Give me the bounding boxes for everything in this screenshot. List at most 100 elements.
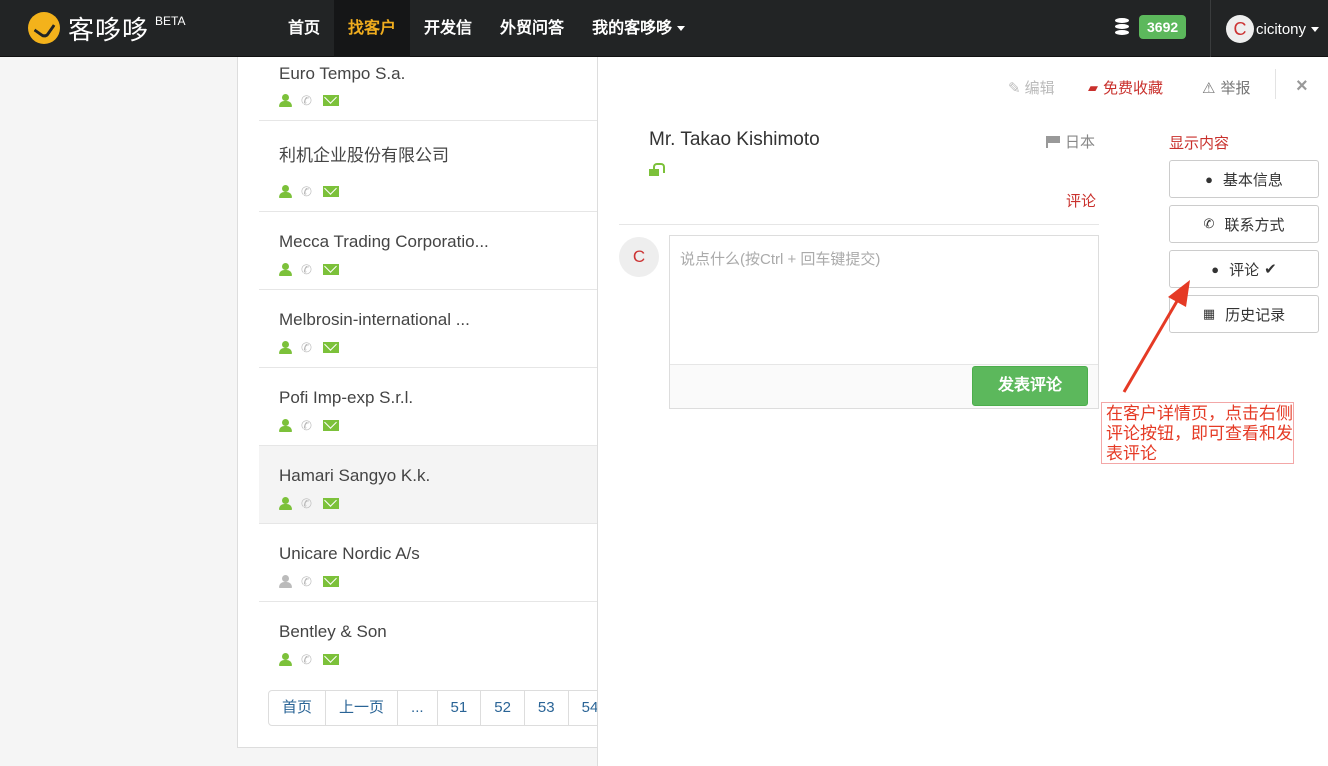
coin-balance[interactable]: 3692 bbox=[1115, 15, 1187, 39]
nav-item-trade-qa[interactable]: 外贸问答 bbox=[486, 0, 578, 57]
pager-page[interactable]: 52 bbox=[480, 691, 524, 725]
phone-icon: ✆ bbox=[301, 574, 312, 589]
mail-icon bbox=[323, 420, 339, 431]
basic-info-label: 基本信息 bbox=[1222, 171, 1283, 189]
phone-icon: ✆ bbox=[301, 262, 312, 277]
list-item[interactable]: Melbrosin-international ... ✆ bbox=[259, 290, 599, 368]
person-icon bbox=[279, 263, 292, 276]
nav-item-my-account[interactable]: 我的客哆哆 bbox=[578, 0, 699, 57]
close-icon[interactable]: × bbox=[1296, 75, 1308, 98]
company-name[interactable]: Hamari Sangyo K.k. bbox=[279, 466, 430, 486]
comments-label: 评论 bbox=[1229, 261, 1260, 279]
pager-page[interactable]: 51 bbox=[436, 691, 481, 725]
list-item[interactable]: Pofi Imp-exp S.r.l. ✆ bbox=[259, 368, 599, 446]
contact-icons: ✆ bbox=[279, 419, 339, 432]
brand-name: 客哆哆 bbox=[68, 14, 150, 45]
mail-icon bbox=[323, 576, 339, 587]
post-comment-button[interactable]: 发表评论 bbox=[972, 366, 1088, 406]
brand-beta-label: BETA bbox=[155, 14, 186, 28]
top-navbar: 客哆哆 BETA 首页 找客户 开发信 外贸问答 我的客哆哆 3692 C ci… bbox=[0, 0, 1328, 57]
favorite-label: 免费收藏 bbox=[1103, 80, 1164, 97]
report-button[interactable]: ⚠ 举报 bbox=[1202, 77, 1250, 98]
pager-ellipsis[interactable]: ... bbox=[397, 691, 437, 725]
pager-first[interactable]: 首页 bbox=[269, 691, 325, 725]
person-icon bbox=[279, 575, 292, 588]
nav-divider bbox=[1210, 0, 1211, 57]
annotation-note: 在客户详情页，点击右侧评论按钮，即可查看和发表评论 bbox=[1101, 402, 1294, 464]
history-button[interactable]: ▦ 历史记录 bbox=[1169, 295, 1319, 333]
contact-icons: ✆ bbox=[279, 263, 339, 276]
report-label: 举报 bbox=[1220, 80, 1251, 97]
nav-item-home[interactable]: 首页 bbox=[274, 0, 334, 57]
mail-icon bbox=[323, 264, 339, 275]
phone-icon: ✆ bbox=[301, 652, 312, 667]
list-item[interactable]: Unicare Nordic A/s ✆ bbox=[259, 524, 599, 602]
list-item[interactable]: 利机企业股份有限公司 ✆ bbox=[259, 121, 599, 212]
mail-icon bbox=[323, 342, 339, 353]
phone-icon: ✆ bbox=[301, 184, 312, 199]
comment-form-footer: 发表评论 bbox=[670, 364, 1098, 408]
phone-icon: ✆ bbox=[301, 496, 312, 511]
contact-icons: ✆ bbox=[279, 653, 339, 666]
comment-icon: ● bbox=[1211, 261, 1220, 277]
contact-icons: ✆ bbox=[279, 341, 339, 354]
phone-icon: ✆ bbox=[301, 418, 312, 433]
pager-prev[interactable]: 上一页 bbox=[325, 691, 397, 725]
comments-button[interactable]: ● 评论 ✔ bbox=[1169, 250, 1319, 288]
user-menu[interactable]: C cicitony bbox=[1226, 15, 1320, 43]
comment-section-label: 评论 bbox=[1066, 193, 1097, 210]
comment-form: 发表评论 bbox=[669, 235, 1099, 409]
phone-icon: ✆ bbox=[301, 93, 312, 108]
display-content-title: 显示内容 bbox=[1169, 135, 1230, 152]
person-icon bbox=[279, 185, 292, 198]
favorite-button[interactable]: ▰ 免费收藏 bbox=[1088, 77, 1163, 98]
nav-item-find-customers[interactable]: 找客户 bbox=[334, 0, 411, 57]
company-name[interactable]: Melbrosin-international ... bbox=[279, 310, 470, 330]
company-list-panel: Euro Tempo S.a. ✆ 利机企业股份有限公司 ✆ Mecca Tra… bbox=[237, 57, 617, 748]
contact-icons: ✆ bbox=[279, 94, 339, 107]
list-item[interactable]: Bentley & Son ✆ bbox=[259, 602, 599, 680]
company-name[interactable]: 利机企业股份有限公司 bbox=[279, 141, 449, 166]
username: cicitony bbox=[1256, 20, 1307, 38]
warning-icon: ⚠ bbox=[1202, 79, 1216, 97]
list-item[interactable]: Hamari Sangyo K.k. ✆ bbox=[259, 446, 599, 524]
history-label: 历史记录 bbox=[1225, 306, 1286, 324]
contact-info-label: 联系方式 bbox=[1224, 216, 1285, 234]
calendar-icon: ▦ bbox=[1202, 306, 1216, 321]
company-name[interactable]: Pofi Imp-exp S.r.l. bbox=[279, 388, 413, 408]
user-avatar: C bbox=[1226, 15, 1254, 43]
brand[interactable]: 客哆哆 BETA bbox=[28, 10, 185, 46]
list-item[interactable]: Mecca Trading Corporatio... ✆ bbox=[259, 212, 599, 290]
basic-info-button[interactable]: ● 基本信息 bbox=[1169, 160, 1319, 198]
mail-icon bbox=[323, 186, 339, 197]
divider bbox=[619, 224, 1099, 225]
nav-item-dev-letter[interactable]: 开发信 bbox=[410, 0, 486, 57]
database-icon bbox=[1115, 18, 1129, 36]
company-name[interactable]: Unicare Nordic A/s bbox=[279, 544, 420, 564]
main-nav: 首页 找客户 开发信 外贸问答 我的客哆哆 bbox=[274, 0, 699, 57]
phone-icon: ✆ bbox=[1203, 216, 1215, 231]
company-name[interactable]: Mecca Trading Corporatio... bbox=[279, 232, 489, 252]
caret-down-icon bbox=[677, 26, 686, 32]
pagination: 首页 上一页 ... 51 52 53 54 bbox=[268, 690, 613, 726]
company-name[interactable]: Euro Tempo S.a. bbox=[279, 64, 405, 84]
contact-icons: ✆ bbox=[279, 497, 339, 510]
edit-button[interactable]: ✎ 编辑 bbox=[1008, 77, 1055, 98]
book-icon: ▰ bbox=[1088, 79, 1098, 95]
person-icon bbox=[279, 497, 292, 510]
caret-down-icon bbox=[1311, 26, 1320, 32]
contact-info-button[interactable]: ✆ 联系方式 bbox=[1169, 205, 1319, 243]
person-icon bbox=[279, 653, 292, 666]
comment-input[interactable] bbox=[670, 236, 1098, 364]
mail-icon bbox=[323, 654, 339, 665]
company-name[interactable]: Bentley & Son bbox=[279, 622, 387, 642]
pager-page[interactable]: 53 bbox=[523, 691, 568, 725]
toolbar-divider bbox=[1275, 69, 1276, 99]
edit-label: 编辑 bbox=[1024, 80, 1055, 97]
mail-icon bbox=[323, 95, 339, 106]
pencil-icon: ✎ bbox=[1008, 79, 1021, 97]
user-icon: ● bbox=[1205, 171, 1213, 187]
country: 日本 bbox=[1046, 131, 1095, 152]
list-item[interactable]: Euro Tempo S.a. ✆ bbox=[259, 57, 599, 121]
contact-icons: ✆ bbox=[279, 185, 339, 198]
